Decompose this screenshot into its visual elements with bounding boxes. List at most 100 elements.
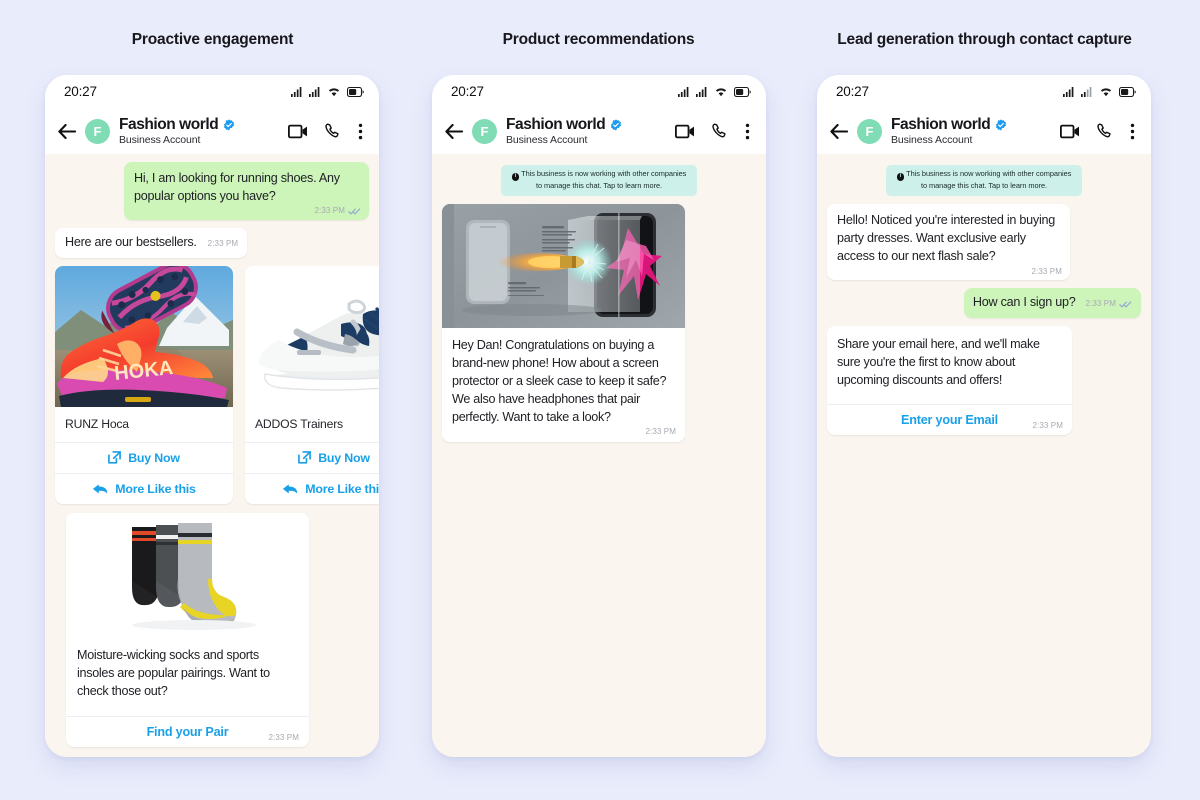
video-call-icon[interactable] xyxy=(675,124,695,139)
socks-recommendation-card[interactable]: Moisture-wicking socks and sports insole… xyxy=(66,512,309,748)
voice-call-icon[interactable] xyxy=(325,123,341,139)
reply-arrow-icon xyxy=(283,484,298,494)
message-text: How can I sign up? xyxy=(972,295,1076,310)
message-text: Here are our bestsellers. xyxy=(65,234,197,249)
message-bubble-outgoing[interactable]: Hi, I am looking for running shoes. Any … xyxy=(124,162,369,220)
signal-bars-icon xyxy=(1063,87,1074,97)
message-row: Here are our bestsellers. 2:33 PM xyxy=(55,227,369,258)
chat-thread-1[interactable]: Hi, I am looking for running shoes. Any … xyxy=(45,154,379,757)
contact-info[interactable]: Fashion world Business Account xyxy=(506,116,675,146)
voice-call-icon[interactable] xyxy=(712,123,728,139)
back-button[interactable] xyxy=(58,123,80,139)
chat-thread-3[interactable]: i This business is now working with other… xyxy=(817,154,1151,757)
signal-bars-icon xyxy=(309,87,320,97)
wifi-icon xyxy=(328,88,340,97)
timestamp: 2:33 PM xyxy=(207,238,239,248)
buy-now-button[interactable]: Buy Now xyxy=(245,441,379,473)
timestamp: 2:33 PM xyxy=(1031,266,1062,276)
phone-mockup-product-recommendations: 20:27 F Fashion world Business Account i… xyxy=(432,75,766,757)
status-icons xyxy=(1063,86,1136,97)
status-bar: 20:27 xyxy=(817,75,1151,108)
status-clock: 20:27 xyxy=(451,84,484,99)
contact-info[interactable]: Fashion world Business Account xyxy=(891,116,1060,146)
status-bar: 20:27 xyxy=(45,75,379,108)
business-name: Fashion world xyxy=(119,116,219,133)
phone-mockup-lead-generation: 20:27 F Fashion world Business Account i… xyxy=(817,75,1151,757)
business-notice-banner[interactable]: i This business is now working with other… xyxy=(501,165,697,197)
column-heading-3: Lead generation through contact capture xyxy=(837,31,1132,48)
notice-text: This business is now working with other … xyxy=(521,169,687,190)
overflow-menu-icon[interactable] xyxy=(358,123,363,140)
product-card[interactable]: HOKA RUNZ Hoca Buy Now More Like this xyxy=(55,265,233,504)
message-meta: 2:33 PM xyxy=(315,205,362,216)
column-heading-2: Product recommendations xyxy=(502,31,695,48)
header-actions xyxy=(1060,123,1139,140)
signal-bars-icon xyxy=(678,87,689,97)
email-card-text: Share your email here, and we'll make su… xyxy=(827,326,1072,430)
product-title: RUNZ Hoca xyxy=(65,416,129,431)
enter-your-email-label: Enter your Email xyxy=(901,412,998,427)
business-notice-banner[interactable]: i This business is now working with other… xyxy=(886,165,1082,197)
header-actions xyxy=(675,123,754,140)
message-text: Hello! Noticed you're interested in buyi… xyxy=(837,213,1056,264)
message-bubble-incoming[interactable]: Here are our bestsellers. 2:33 PM xyxy=(55,227,248,258)
double-check-icon xyxy=(1119,301,1132,308)
timestamp: 2:33 PM xyxy=(1085,299,1116,309)
overflow-menu-icon[interactable] xyxy=(1130,123,1135,140)
avatar[interactable]: F xyxy=(857,118,882,144)
screen-protector-bullet-ad xyxy=(442,204,685,329)
business-name: Fashion world xyxy=(506,116,606,133)
message-meta: 2:33 PM xyxy=(1086,298,1133,309)
contact-info[interactable]: Fashion world Business Account xyxy=(119,116,288,146)
more-like-this-label: More Like this xyxy=(115,481,196,496)
buy-now-label: Buy Now xyxy=(128,450,180,465)
header-actions xyxy=(288,123,367,140)
notice-text: This business is now working with other … xyxy=(906,169,1072,190)
signal-bars-icon xyxy=(696,87,707,97)
battery-icon xyxy=(1119,86,1136,97)
message-text: Hi, I am looking for running shoes. Any … xyxy=(134,171,340,203)
message-bubble-outgoing[interactable]: How can I sign up? 2:33 PM xyxy=(963,288,1141,318)
back-button[interactable] xyxy=(445,123,467,139)
socks-card-text: Moisture-wicking socks and sports insole… xyxy=(66,636,309,742)
chat-thread-2[interactable]: i This business is now working with other… xyxy=(432,154,766,757)
video-call-icon[interactable] xyxy=(1060,124,1080,139)
business-subtitle: Business Account xyxy=(891,134,973,146)
external-link-icon xyxy=(298,451,312,464)
avatar[interactable]: F xyxy=(472,118,497,144)
buy-now-button[interactable]: Buy Now xyxy=(55,441,233,473)
back-arrow-icon xyxy=(830,123,848,139)
product-card[interactable]: ADDOS Trainers Buy Now More Like this xyxy=(245,265,379,504)
battery-icon xyxy=(347,86,364,97)
white-navy-trainer-photo xyxy=(245,265,379,407)
voice-call-icon[interactable] xyxy=(1097,123,1113,139)
find-your-pair-label: Find your Pair xyxy=(146,725,229,740)
product-carousel[interactable]: HOKA RUNZ Hoca Buy Now More Like this AD… xyxy=(55,265,379,504)
back-arrow-icon xyxy=(445,123,463,139)
more-like-this-button[interactable]: More Like this xyxy=(55,472,233,504)
message-row: Hi, I am looking for running shoes. Any … xyxy=(55,162,369,220)
message-row: Moisture-wicking socks and sports insole… xyxy=(55,512,369,748)
back-button[interactable] xyxy=(830,123,852,139)
timestamp: 2:33 PM xyxy=(268,732,299,742)
poster-canvas: Proactive engagement Product recommendat… xyxy=(0,0,1200,800)
more-like-this-label: More Like this xyxy=(305,481,379,496)
info-icon: i xyxy=(896,173,905,181)
overflow-menu-icon[interactable] xyxy=(745,123,750,140)
socks-text: Moisture-wicking socks and sports insole… xyxy=(77,647,270,699)
avatar[interactable]: F xyxy=(85,118,110,144)
timestamp: 2:33 PM xyxy=(645,427,676,437)
message-bubble-incoming[interactable]: Hello! Noticed you're interested in buyi… xyxy=(827,204,1070,281)
chat-header: F Fashion world Business Account xyxy=(817,108,1151,154)
message-text: Hey Dan! Congratulations on buying a bra… xyxy=(452,338,667,424)
external-link-icon xyxy=(108,451,122,464)
business-name: Fashion world xyxy=(891,116,991,133)
video-call-icon[interactable] xyxy=(288,124,308,139)
media-message-bubble[interactable]: Hey Dan! Congratulations on buying a bra… xyxy=(442,204,685,442)
timestamp: 2:33 PM xyxy=(314,206,345,216)
signal-bars-icon xyxy=(291,87,302,97)
more-like-this-button[interactable]: More Like this xyxy=(245,472,379,504)
email-capture-card[interactable]: Share your email here, and we'll make su… xyxy=(827,325,1072,435)
message-row: How can I sign up? 2:33 PM xyxy=(827,288,1141,318)
message-row: Hey Dan! Congratulations on buying a bra… xyxy=(442,204,756,442)
